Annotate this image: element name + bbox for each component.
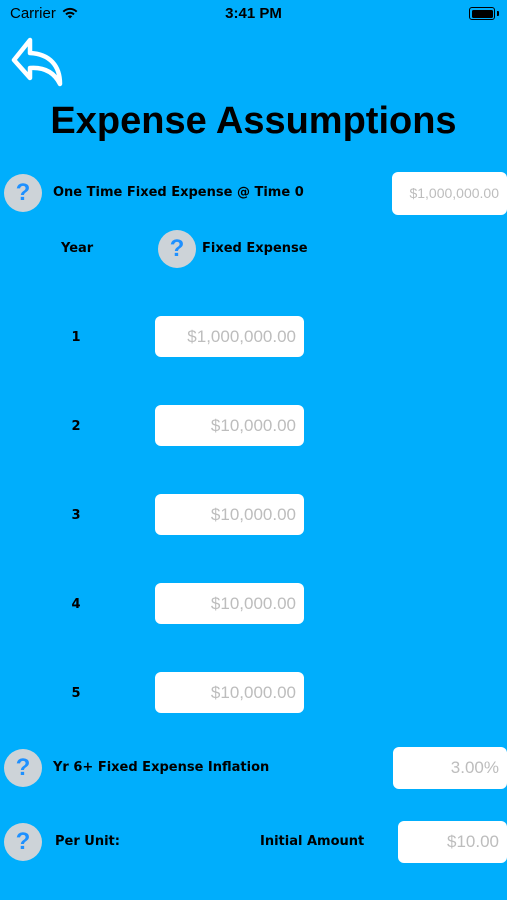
year-3-expense-input[interactable]: $10,000.00 (155, 494, 304, 535)
year-3-label: 3 (71, 508, 81, 523)
battery-nub (497, 11, 499, 16)
year-4-label: 4 (71, 597, 81, 612)
one-time-expense-label: One Time Fixed Expense @ Time 0 (53, 185, 304, 200)
question-mark-icon: ? (15, 754, 31, 781)
per-unit-label: Per Unit: (55, 834, 120, 849)
page-title: Expense Assumptions (50, 100, 457, 142)
fixed-expense-column-header: Fixed Expense (202, 241, 308, 256)
help-button-fixed-expense[interactable]: ? (158, 230, 196, 268)
status-time: 3:41 PM (225, 5, 282, 22)
year-4-expense-input[interactable]: $10,000.00 (155, 583, 304, 624)
inflation-label: Yr 6+ Fixed Expense Inflation (53, 760, 270, 775)
year-1-label: 1 (71, 330, 81, 345)
status-bar: Carrier 3:41 PM (0, 0, 507, 28)
year-5-label: 5 (71, 686, 81, 701)
year-2-label: 2 (71, 419, 81, 434)
initial-amount-label: Initial Amount (260, 834, 365, 849)
question-mark-icon: ? (169, 235, 185, 262)
initial-amount-input[interactable]: $10.00 (398, 821, 507, 863)
year-1-expense-input[interactable]: $1,000,000.00 (155, 316, 304, 357)
help-button-inflation[interactable]: ? (4, 749, 42, 787)
year-2-expense-input[interactable]: $10,000.00 (155, 405, 304, 446)
help-button-per-unit[interactable]: ? (4, 823, 42, 861)
back-arrow-icon[interactable] (8, 34, 66, 92)
inflation-input[interactable]: 3.00% (393, 747, 507, 789)
one-time-expense-input[interactable]: $1,000,000.00 (392, 172, 507, 215)
year-5-expense-input[interactable]: $10,000.00 (155, 672, 304, 713)
question-mark-icon: ? (15, 179, 31, 206)
year-column-header: Year (61, 241, 94, 256)
help-button-one-time[interactable]: ? (4, 174, 42, 212)
question-mark-icon: ? (15, 828, 31, 855)
battery-icon (469, 7, 495, 20)
